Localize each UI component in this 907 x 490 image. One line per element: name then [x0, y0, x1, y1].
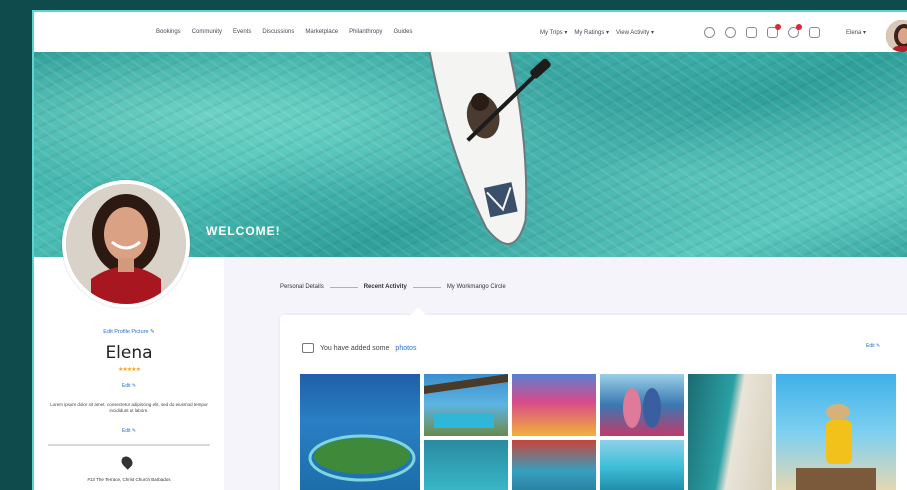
photos-link[interactable]: photos: [395, 345, 416, 352]
nav-icons: [704, 12, 820, 52]
bell-icon[interactable]: [788, 23, 802, 38]
activity-header: You have added some photos: [302, 343, 416, 353]
tab-separator: [329, 286, 358, 288]
tab-separator: [412, 286, 441, 288]
edit-profile-picture-link[interactable]: Edit Profile Picture ✎: [34, 329, 224, 335]
notification-badge: [775, 23, 781, 30]
nav-link-guides[interactable]: Guides: [393, 29, 412, 35]
app-window: Bookings Community Events Discussions Ma…: [32, 10, 907, 490]
nav-link-philanthropy[interactable]: Philanthropy: [349, 29, 382, 35]
main-nav-links: Bookings Community Events Discussions Ma…: [156, 12, 412, 52]
search-icon[interactable]: [704, 26, 715, 38]
nav-link-bookings[interactable]: Bookings: [156, 29, 181, 35]
edit-activity-link[interactable]: Edit ✎: [866, 343, 880, 349]
tab-my-circle[interactable]: My Workmango Circle: [447, 284, 506, 290]
profile-avatar[interactable]: [62, 180, 190, 308]
photo-poolside[interactable]: [512, 440, 596, 490]
photo-boats[interactable]: [424, 440, 508, 490]
photo-beach-boat[interactable]: [600, 440, 684, 490]
nav-link-community[interactable]: Community: [192, 29, 222, 35]
photo-resort-pool[interactable]: [424, 374, 508, 436]
rating-stars: ★★★★★: [118, 367, 141, 373]
nav-avatar[interactable]: [884, 18, 907, 54]
profile-name: Elena: [105, 343, 153, 363]
photo-festival[interactable]: [512, 374, 596, 436]
settings-icon[interactable]: [725, 26, 736, 38]
notification-badge: [796, 23, 802, 30]
nav-link-my-ratings[interactable]: My Ratings ▾: [574, 29, 609, 36]
welcome-text: WELCOME!: [206, 224, 281, 238]
user-menu[interactable]: Elena ▾: [846, 12, 866, 52]
photo-artisan[interactable]: [776, 374, 896, 490]
user-nav-links: My Trips ▾ My Ratings ▾ View Activity ▾: [540, 12, 654, 52]
photo-couple[interactable]: [600, 374, 684, 436]
tab-recent-activity[interactable]: Recent Activity: [364, 284, 407, 290]
activity-text: You have added some: [320, 344, 390, 352]
profile-location: #13 The Terrace, Christ Church Barbados: [87, 477, 171, 482]
top-nav: Bookings Community Events Discussions Ma…: [34, 12, 907, 54]
photo-aerial-beach[interactable]: [688, 374, 772, 490]
nav-link-discussions[interactable]: Discussions: [262, 29, 294, 35]
nav-link-events[interactable]: Events: [233, 29, 251, 35]
photo-island[interactable]: [300, 374, 420, 490]
nav-link-my-trips[interactable]: My Trips ▾: [540, 29, 567, 36]
edit-rating-link[interactable]: Edit ✎: [34, 383, 224, 389]
mail-icon[interactable]: [767, 23, 781, 38]
profile-bio: Lorem ipsum dolor sit amet, consectetur …: [50, 402, 208, 413]
nav-link-marketplace[interactable]: Marketplace: [305, 29, 338, 35]
photo-icon: [302, 343, 314, 353]
edit-bio-link[interactable]: Edit ✎: [34, 428, 224, 434]
sidebar-divider: [48, 444, 210, 446]
calendar-icon[interactable]: [746, 26, 757, 38]
nav-link-view-activity[interactable]: View Activity ▾: [616, 29, 654, 36]
tab-personal-details[interactable]: Personal Details: [280, 284, 324, 290]
profile-tabs: Personal Details Recent Activity My Work…: [280, 284, 506, 290]
list-icon[interactable]: [809, 26, 820, 38]
